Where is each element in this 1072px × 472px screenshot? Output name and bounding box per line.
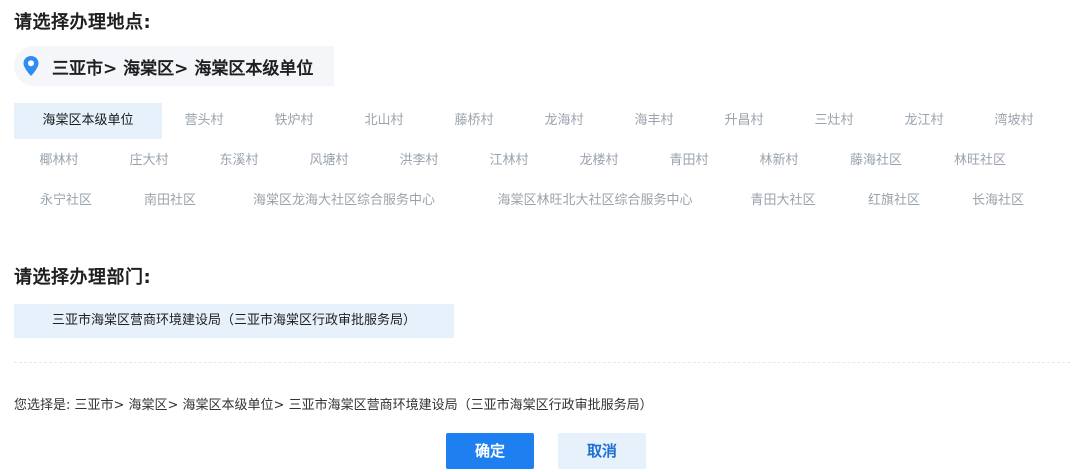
location-item[interactable]: 长海社区: [958, 183, 1038, 219]
location-item[interactable]: 林新村: [742, 143, 816, 179]
department-heading: 请选择办理部门:: [14, 267, 152, 288]
selection-summary: 您选择是: 三亚市> 海棠区> 海棠区本级单位> 三亚市海棠区营商环境建设局（三…: [14, 398, 653, 413]
location-item[interactable]: 龙海村: [527, 103, 601, 139]
location-item[interactable]: 青田大社区: [738, 183, 828, 219]
location-item[interactable]: 海棠区龙海大社区综合服务中心: [236, 183, 452, 219]
location-item[interactable]: 林旺社区: [940, 143, 1020, 179]
department-item-selected[interactable]: 三亚市海棠区营商环境建设局（三亚市海棠区行政审批服务局）: [14, 304, 454, 338]
location-item[interactable]: 椰林村: [22, 143, 96, 179]
location-item[interactable]: 洪李村: [382, 143, 456, 179]
location-item[interactable]: 铁炉村: [257, 103, 331, 139]
location-item[interactable]: 龙楼村: [562, 143, 636, 179]
location-item[interactable]: 藤海社区: [836, 143, 916, 179]
location-item[interactable]: 青田村: [652, 143, 726, 179]
location-item[interactable]: 风塘村: [292, 143, 366, 179]
location-item[interactable]: 湾坡村: [977, 103, 1051, 139]
confirm-button[interactable]: 确定: [446, 433, 534, 469]
location-pin-icon: [23, 56, 39, 76]
location-item[interactable]: 南田社区: [130, 183, 210, 219]
location-item[interactable]: 升昌村: [707, 103, 781, 139]
location-item[interactable]: 海丰村: [617, 103, 691, 139]
location-item[interactable]: 三灶村: [797, 103, 871, 139]
location-item[interactable]: 江林村: [472, 143, 546, 179]
location-item[interactable]: 红旗社区: [854, 183, 934, 219]
location-item[interactable]: 庄大村: [112, 143, 186, 179]
location-item[interactable]: 永宁社区: [26, 183, 106, 219]
location-item[interactable]: 东溪村: [202, 143, 276, 179]
location-item[interactable]: 营头村: [167, 103, 241, 139]
location-item[interactable]: 海棠区林旺北大社区综合服务中心: [480, 183, 710, 219]
location-item[interactable]: 藤桥村: [437, 103, 511, 139]
divider: [14, 362, 1070, 363]
location-item-selected[interactable]: 海棠区本级单位: [14, 103, 162, 139]
breadcrumb-text: 三亚市> 海棠区> 海棠区本级单位: [52, 58, 314, 79]
location-item[interactable]: 北山村: [347, 103, 421, 139]
location-heading: 请选择办理地点:: [14, 12, 152, 33]
location-item[interactable]: 龙江村: [887, 103, 961, 139]
cancel-button[interactable]: 取消: [558, 433, 646, 469]
breadcrumb: 三亚市> 海棠区> 海棠区本级单位: [14, 46, 334, 86]
